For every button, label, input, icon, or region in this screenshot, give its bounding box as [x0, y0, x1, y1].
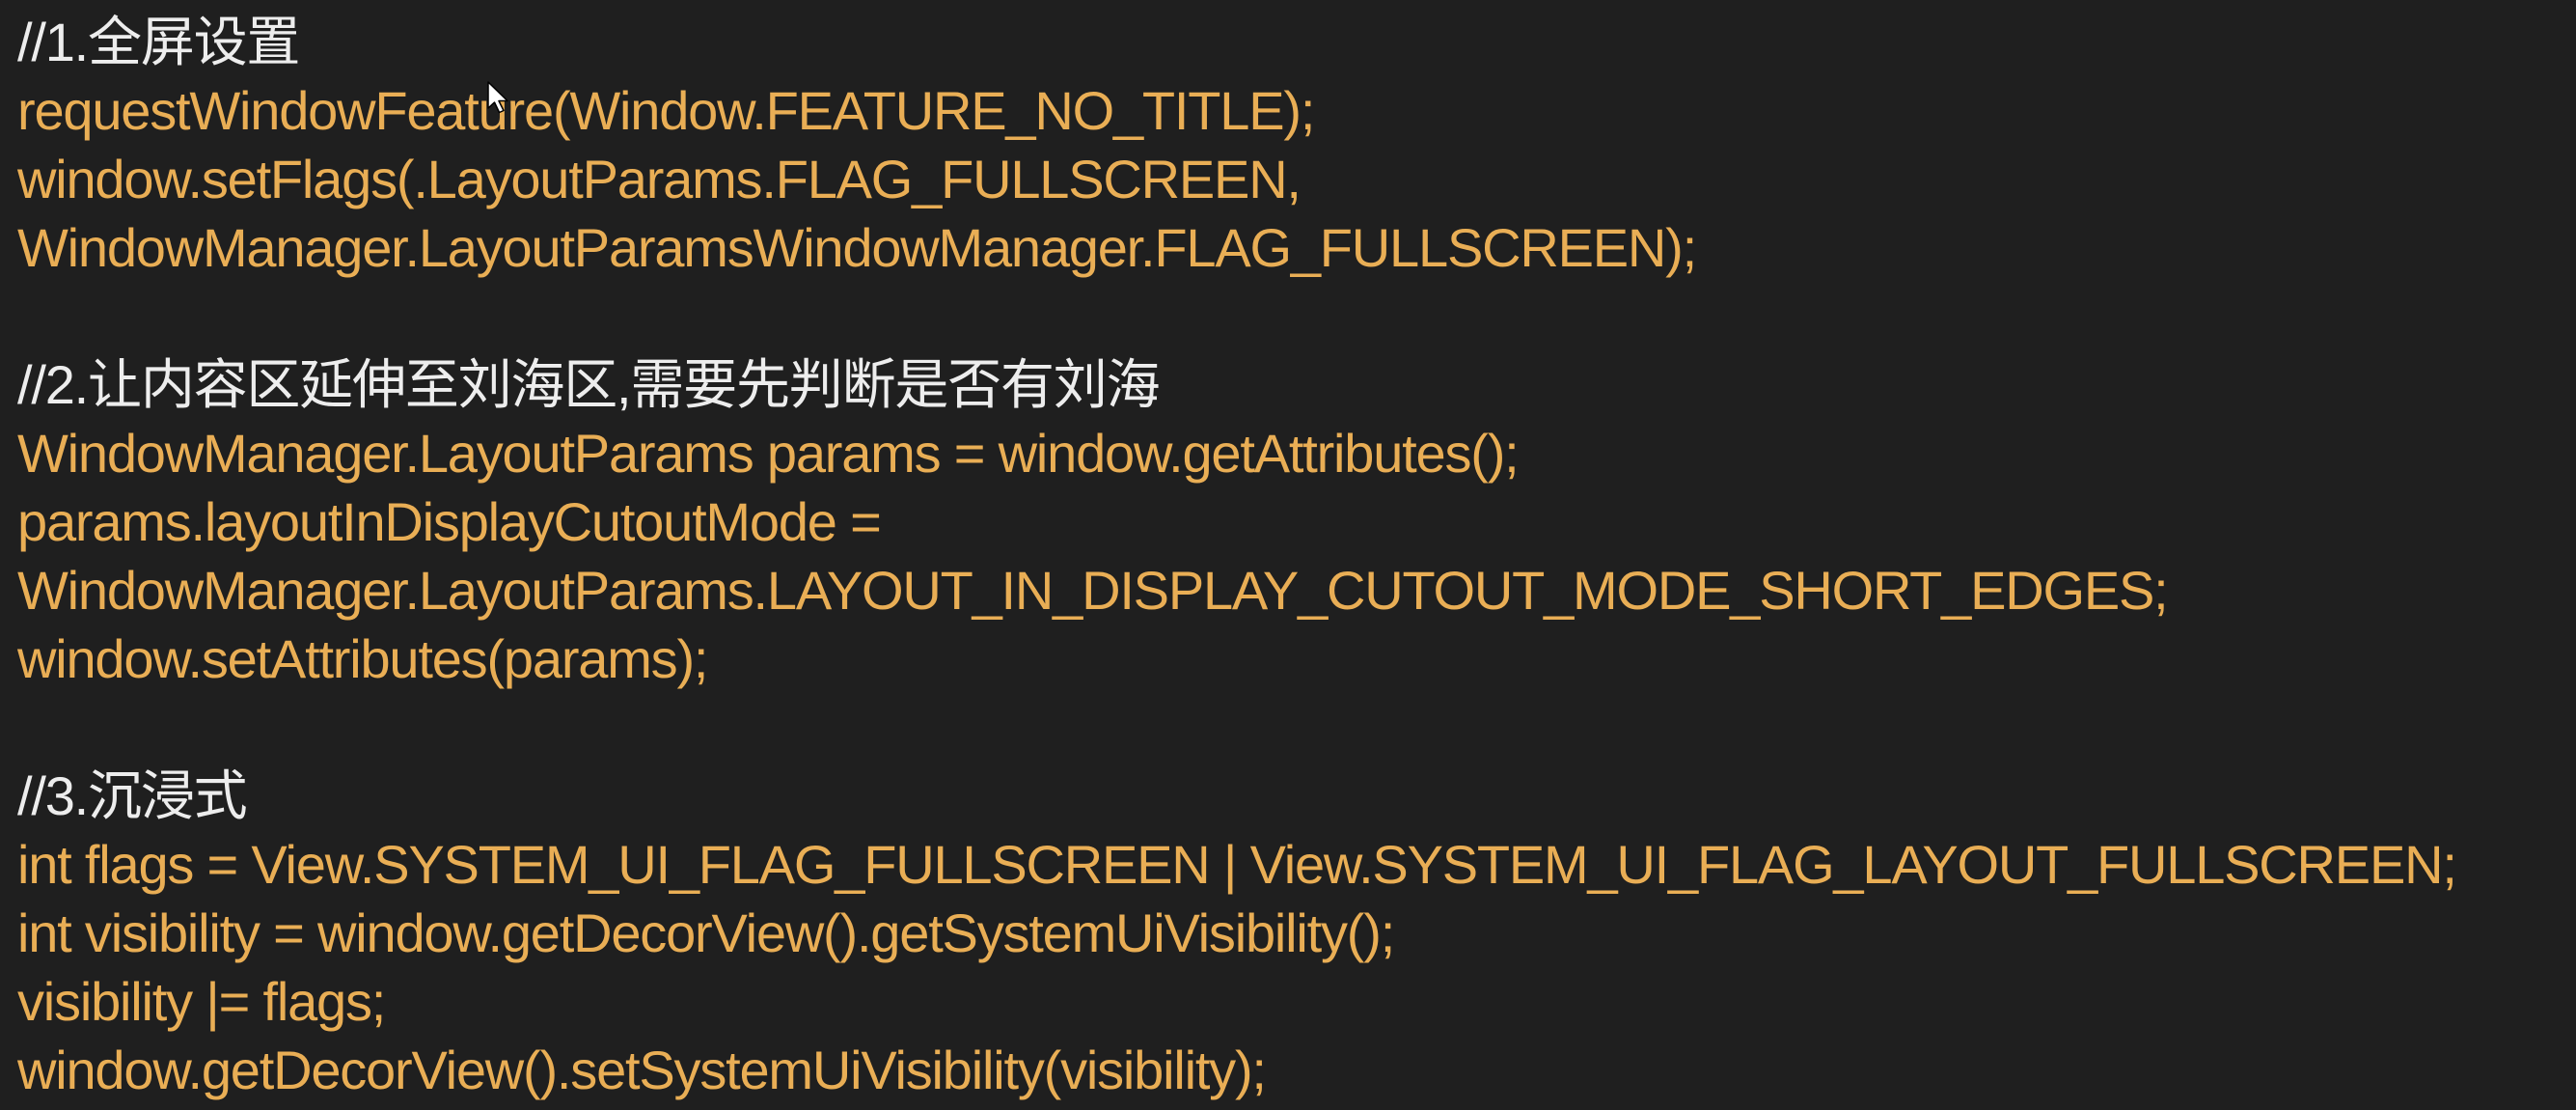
code-line-1: //1.全屏设置 — [17, 12, 300, 72]
code-line-10: window.setAttributes(params); — [17, 628, 708, 689]
code-line-2: requestWindowFeature(Window.FEATURE_NO_T… — [17, 80, 1315, 141]
code-line-8: params.layoutInDisplayCutoutMode = — [17, 491, 882, 552]
code-line-13: int flags = View.SYSTEM_UI_FLAG_FULLSCRE… — [17, 834, 2457, 895]
code-line-7: WindowManager.LayoutParams params = wind… — [17, 423, 1520, 484]
code-line-12: //3.沉浸式 — [17, 765, 248, 826]
code-line-14: int visibility = window.getDecorView().g… — [17, 902, 1395, 963]
code-line-3: window.setFlags(.LayoutParams.FLAG_FULLS… — [17, 149, 1302, 209]
code-line-15: visibility |= flags; — [17, 971, 386, 1032]
mouse-pointer-icon — [487, 81, 508, 114]
code-display: //1.全屏设置 requestWindowFeature(Window.FEA… — [0, 0, 2576, 1110]
code-line-6: //2.让内容区延伸至刘海区,需要先判断是否有刘海 — [17, 354, 1161, 415]
code-line-4: WindowManager.LayoutParamsWindowManager.… — [17, 217, 1697, 278]
code-line-9: WindowManager.LayoutParams.LAYOUT_IN_DIS… — [17, 560, 2169, 621]
code-line-16: window.getDecorView().setSystemUiVisibil… — [17, 1040, 1267, 1100]
